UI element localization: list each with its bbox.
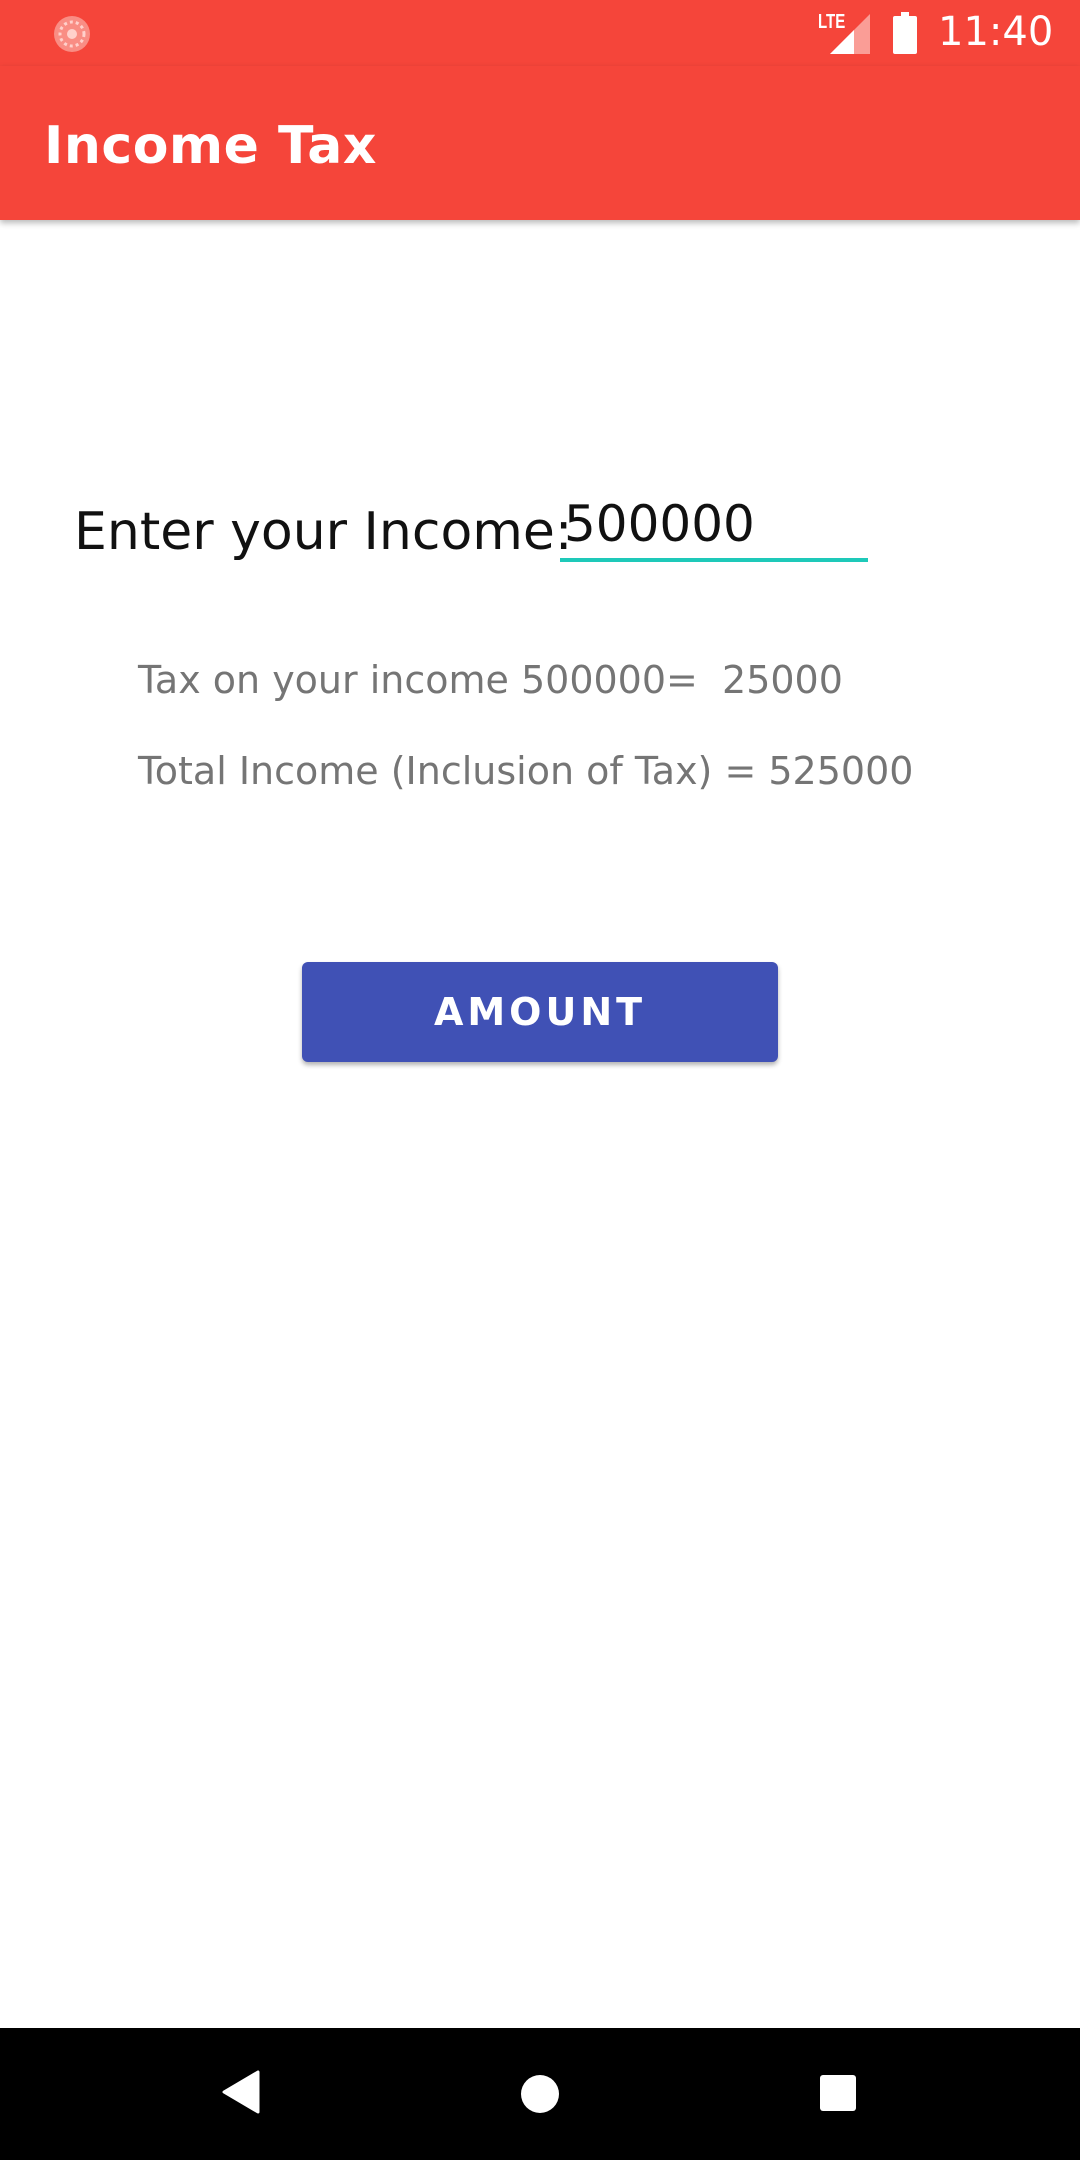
status-bar: LTE 11:40 — [0, 0, 1080, 66]
home-icon[interactable] — [520, 2074, 560, 2119]
income-label: Enter your Income: — [74, 502, 573, 562]
tax-result-text: Tax on your income 500000= 25000 — [138, 658, 843, 702]
notification-icon — [52, 14, 92, 59]
app-bar: Income Tax — [0, 66, 1080, 220]
battery-icon — [893, 12, 917, 59]
status-clock: 11:40 — [938, 9, 1054, 55]
signal-icon — [830, 14, 870, 59]
income-input[interactable] — [560, 490, 868, 562]
navigation-bar — [0, 2028, 1080, 2160]
app-title: Income Tax — [44, 116, 377, 176]
recents-icon[interactable] — [820, 2075, 856, 2116]
back-icon[interactable] — [222, 2070, 260, 2119]
total-income-text: Total Income (Inclusion of Tax) = 525000 — [138, 749, 914, 793]
amount-button[interactable]: AMOUNT — [302, 962, 778, 1062]
